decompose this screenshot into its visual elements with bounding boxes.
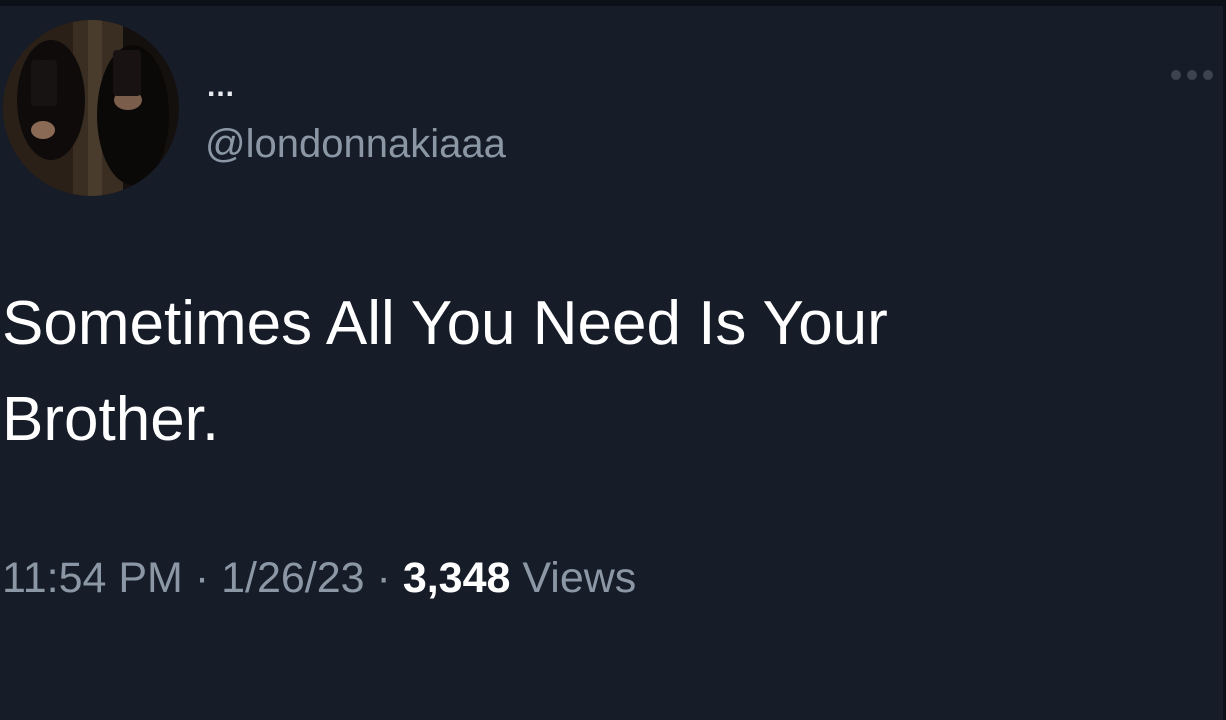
more-options-button[interactable] <box>1166 58 1218 92</box>
tweet-time[interactable]: 11:54 PM <box>2 554 183 602</box>
user-handle[interactable]: @londonnakiaaa <box>205 120 506 168</box>
tweet-meta: 11:54 PM · 1/26/23 · 3,348 Views <box>2 552 636 604</box>
views-label: Views <box>522 554 637 602</box>
screen-top-edge <box>0 0 1226 6</box>
tweet-text: Sometimes All You Need Is Your Brother. <box>2 289 888 454</box>
meta-separator: · <box>194 554 210 602</box>
tweet-date[interactable]: 1/26/23 <box>221 554 364 602</box>
avatar[interactable] <box>3 20 179 196</box>
views-count: 3,348 <box>402 554 511 602</box>
avatar-photo <box>3 20 179 196</box>
more-horizontal-icon <box>1171 70 1213 80</box>
meta-separator: · <box>376 554 391 602</box>
display-name[interactable]: ... <box>207 72 235 102</box>
